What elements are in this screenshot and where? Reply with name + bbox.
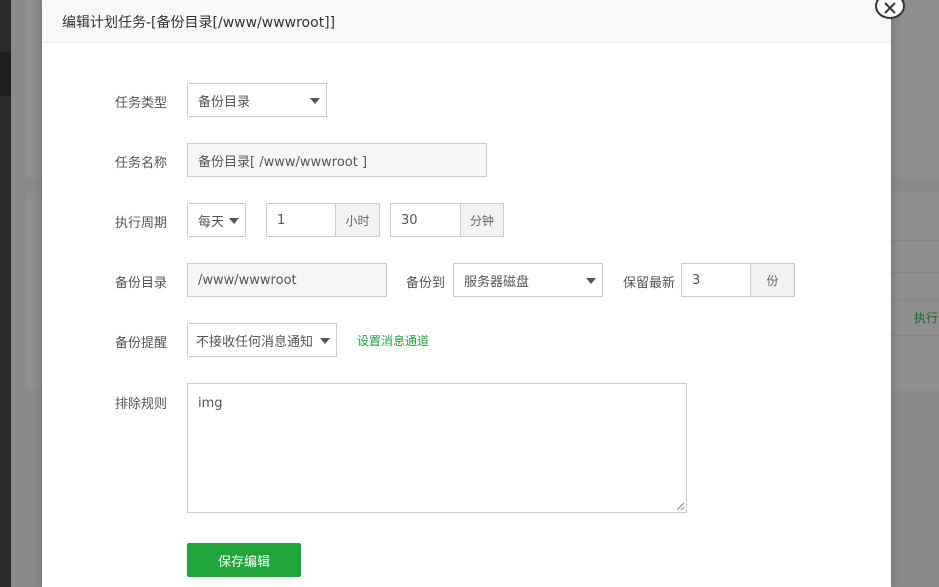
exclude-rules-textarea[interactable]: img <box>187 383 687 513</box>
background-divider <box>891 299 939 300</box>
notify-label: 备份提醒 <box>115 336 168 351</box>
background-exec-link: 执行 <box>914 311 939 325</box>
background-divider <box>891 240 939 241</box>
edit-task-modal: 编辑计划任务-[备份目录[/www/wwwroot]] 任务类型 备份目录 任务… <box>42 0 891 587</box>
task-type-value: 备份目录 <box>198 94 251 110</box>
cycle-label: 执行周期 <box>115 216 168 231</box>
hour-unit: 小时 <box>335 203 380 237</box>
cycle-period-value: 每天 <box>198 214 225 230</box>
minute-input[interactable]: 30 <box>390 203 461 237</box>
exclude-label: 排除规则 <box>115 397 168 412</box>
notify-select[interactable]: 不接收任何消息通知 <box>187 323 337 357</box>
set-notify-channel-link[interactable]: 设置消息通道 <box>357 332 429 349</box>
backup-dir-input[interactable]: /www/wwwroot <box>187 263 387 297</box>
hour-value: 1 <box>277 212 286 228</box>
backup-dir-value: /www/wwwroot <box>198 272 297 288</box>
modal-title: 编辑计划任务-[备份目录[/www/wwwroot]] <box>42 0 891 43</box>
resize-grip-icon[interactable] <box>676 502 685 511</box>
save-edit-button[interactable]: 保存编辑 <box>187 543 301 577</box>
backup-to-select[interactable]: 服务器磁盘 <box>453 263 603 297</box>
background-sidebar-active <box>0 52 11 96</box>
hour-input[interactable]: 1 <box>266 203 336 237</box>
keep-latest-input[interactable]: 3 <box>681 263 751 297</box>
task-type-select[interactable]: 备份目录 <box>187 83 327 117</box>
cycle-period-select[interactable]: 每天 <box>187 203 246 237</box>
task-name-value: 备份目录[ /www/wwwroot ] <box>198 154 368 170</box>
chevron-down-icon <box>310 98 320 104</box>
backup-to-value: 服务器磁盘 <box>464 274 530 290</box>
backup-dir-label: 备份目录 <box>115 276 168 291</box>
keep-latest-unit: 份 <box>750 263 795 297</box>
background-divider <box>891 272 939 273</box>
minute-value: 30 <box>401 212 418 228</box>
backup-to-label: 备份到 <box>406 276 446 291</box>
notify-value: 不接收任何消息通知 <box>196 334 314 350</box>
minute-unit: 分钟 <box>460 203 504 237</box>
keep-latest-value: 3 <box>692 272 701 288</box>
chevron-down-icon <box>229 218 239 224</box>
keep-latest-label: 保留最新 <box>623 276 676 291</box>
close-icon <box>884 1 896 14</box>
task-type-label: 任务类型 <box>115 96 168 111</box>
background-divider <box>891 335 939 336</box>
chevron-down-icon <box>320 338 330 344</box>
task-name-label: 任务名称 <box>115 156 168 171</box>
exclude-rules-value: img <box>198 396 223 411</box>
task-name-input[interactable]: 备份目录[ /www/wwwroot ] <box>187 143 487 177</box>
chevron-down-icon <box>586 278 596 284</box>
